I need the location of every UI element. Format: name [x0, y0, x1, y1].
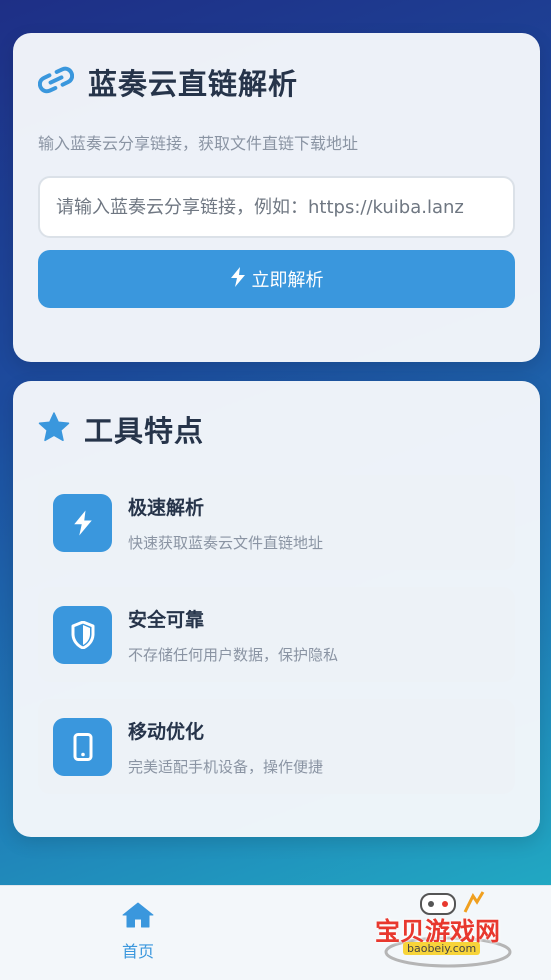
features-header: 工具特点 [38, 411, 515, 448]
watermark-logo: 宝贝游戏网 baobeiy.com [373, 890, 523, 974]
parser-subtitle: 输入蓝奏云分享链接，获取文件直链下载地址 [38, 134, 359, 153]
share-link-input[interactable] [38, 176, 515, 238]
bolt-icon [53, 493, 112, 552]
parse-button-label: 立即解析 [251, 270, 324, 291]
feature-item: 移动优化 完美适配手机设备，操作便捷 [38, 699, 515, 794]
parse-button[interactable]: 立即解析 [38, 250, 515, 308]
mobile-icon [53, 717, 112, 776]
bolt-icon [230, 266, 246, 292]
feature-title: 移动优化 [128, 720, 205, 743]
page-title: 蓝奏云直链解析 [88, 67, 299, 101]
feature-title: 安全可靠 [128, 608, 205, 631]
feature-desc: 不存储任何用户数据，保护隐私 [128, 645, 339, 664]
parser-header: 蓝奏云直链解析 [37, 64, 515, 101]
feature-list: 极速解析 快速获取蓝奏云文件直链地址 安全可靠 不存储任何用户数据，保护隐私 移… [38, 475, 515, 794]
shield-icon [53, 605, 112, 664]
parser-card: 蓝奏云直链解析 输入蓝奏云分享链接，获取文件直链下载地址 立即解析 [13, 33, 540, 362]
feature-item: 极速解析 快速获取蓝奏云文件直链地址 [38, 475, 515, 570]
feature-title: 极速解析 [128, 496, 205, 519]
watermark-url: baobeiy.com [403, 942, 481, 955]
link-icon [37, 65, 75, 99]
star-icon [38, 412, 70, 446]
features-title: 工具特点 [84, 414, 205, 448]
feature-desc: 快速获取蓝奏云文件直链地址 [128, 533, 324, 552]
nav-item-label: 首页 [121, 942, 154, 961]
feature-desc: 完美适配手机设备，操作便捷 [128, 757, 324, 776]
nav-item-home[interactable]: 首页 [110, 902, 166, 962]
feature-item: 安全可靠 不存储任何用户数据，保护隐私 [38, 587, 515, 682]
features-card: 工具特点 极速解析 快速获取蓝奏云文件直链地址 安全可靠 不存储任何用户数据，保… [13, 381, 540, 837]
home-icon [122, 902, 154, 932]
